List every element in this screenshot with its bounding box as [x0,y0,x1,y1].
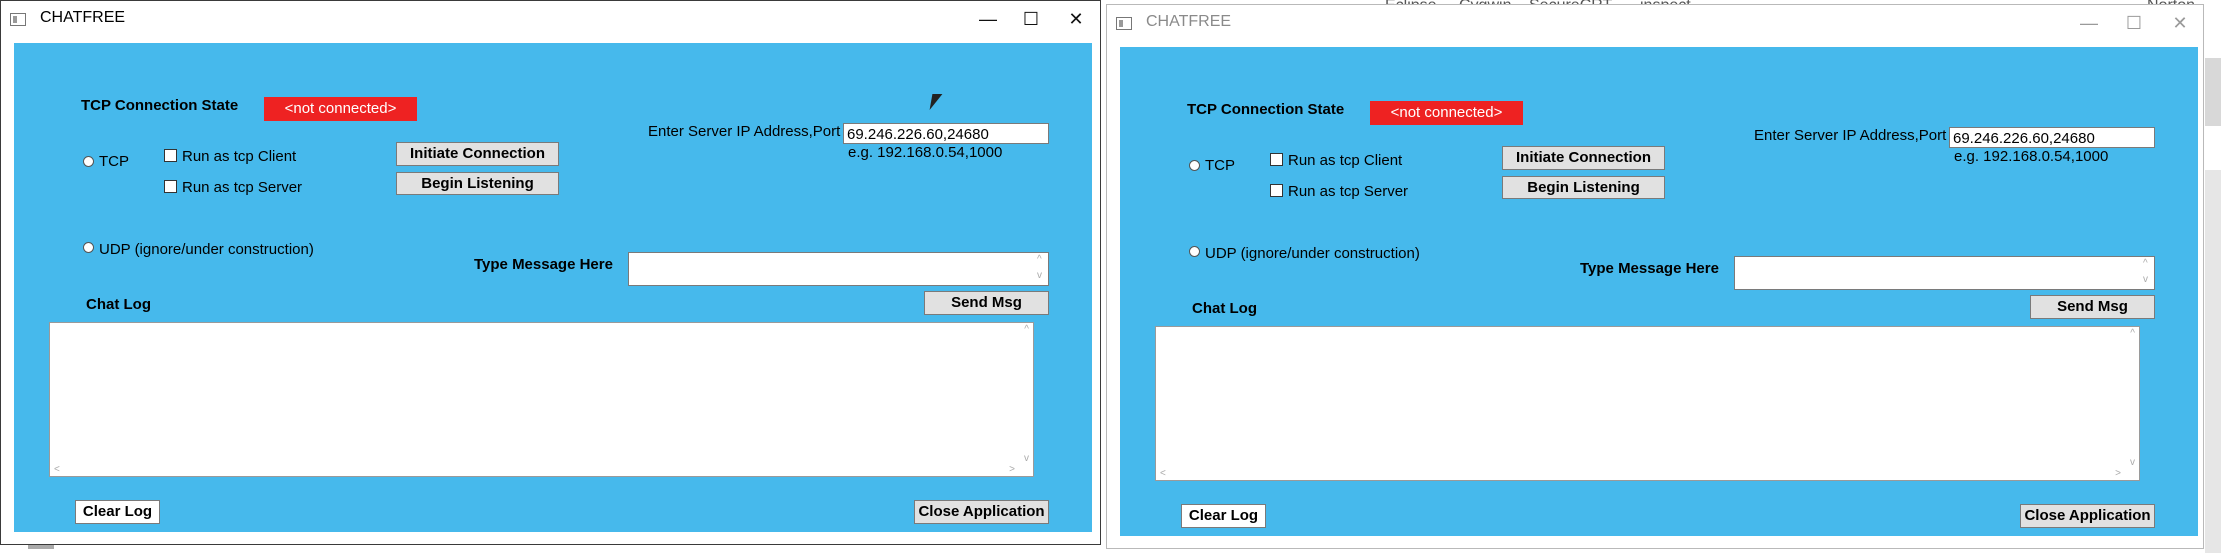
scroll-up-arrow-icon[interactable]: ^ [2143,258,2148,269]
chat-log-area[interactable]: ^ < > v [49,322,1034,477]
run-server-label[interactable]: Run as tcp Server [1288,183,1408,200]
scroll-up-arrow-icon[interactable]: ^ [1037,254,1042,265]
scroll-down-arrow-icon[interactable]: v [2143,274,2148,285]
run-client-checkbox[interactable] [164,149,177,162]
run-client-label[interactable]: Run as tcp Client [1288,152,1402,169]
connection-status-badge: <not connected> [264,97,417,121]
initiate-connection-button[interactable]: Initiate Connection [1502,146,1665,170]
desktop-strip-lower [2205,170,2221,553]
udp-radio-label[interactable]: UDP (ignore/under construction) [1205,245,1420,262]
client-area: TCP Connection State <not connected> TCP… [1120,47,2198,536]
begin-listening-button[interactable]: Begin Listening [1502,176,1665,199]
scroll-left-arrow-icon[interactable]: < [54,464,60,475]
close-application-button[interactable]: Close Application [2020,504,2155,528]
server-ip-example: e.g. 192.168.0.54,1000 [848,144,1003,161]
type-message-label: Type Message Here [474,256,613,273]
udp-radio[interactable] [83,242,94,253]
chat-log-area[interactable]: ^ < > v [1155,326,2140,481]
run-server-label[interactable]: Run as tcp Server [182,179,302,196]
run-client-label[interactable]: Run as tcp Client [182,148,296,165]
tcp-radio[interactable] [1189,160,1200,171]
chat-log-label: Chat Log [86,296,151,313]
udp-radio-label[interactable]: UDP (ignore/under construction) [99,241,314,258]
scroll-left-arrow-icon[interactable]: < [1160,468,1166,479]
run-server-checkbox[interactable] [1270,184,1283,197]
close-icon[interactable]: ✕ [1053,1,1099,37]
app-icon [10,13,26,26]
minimize-icon[interactable]: — [2066,5,2112,41]
scroll-down-arrow-icon[interactable]: v [1024,453,1029,464]
desktop-strip [2205,58,2221,126]
title-bar[interactable]: CHATFREE — ☐ ✕ [1107,5,2203,43]
taskbar-fragment [28,545,54,549]
close-application-button[interactable]: Close Application [914,500,1049,524]
scroll-down-arrow-icon[interactable]: v [2130,457,2135,468]
message-input[interactable] [1734,256,2155,290]
tcp-radio-label[interactable]: TCP [99,153,129,170]
maximize-icon[interactable]: ☐ [1008,1,1054,37]
chat-log-label: Chat Log [1192,300,1257,317]
app-icon [1116,17,1132,30]
initiate-connection-button[interactable]: Initiate Connection [396,142,559,166]
scroll-right-arrow-icon[interactable]: > [1009,464,1015,475]
chatfree-window-2[interactable]: CHATFREE — ☐ ✕ TCP Connection State <not… [1106,4,2204,549]
run-client-checkbox[interactable] [1270,153,1283,166]
scroll-down-arrow-icon[interactable]: v [1037,270,1042,281]
close-icon[interactable]: ✕ [2157,5,2203,41]
server-ip-input[interactable]: 69.246.226.60,24680 [1949,127,2155,148]
chatfree-window-1[interactable]: CHATFREE — ☐ ✕ TCP Connection State <not… [0,0,1101,545]
server-ip-input[interactable]: 69.246.226.60,24680 [843,123,1049,144]
server-ip-example: e.g. 192.168.0.54,1000 [1954,148,2109,165]
client-area: TCP Connection State <not connected> TCP… [14,43,1092,532]
title-bar[interactable]: CHATFREE — ☐ ✕ [1,1,1100,39]
window-title: CHATFREE [1146,13,1232,30]
window-title: CHATFREE [40,9,126,26]
send-msg-button[interactable]: Send Msg [924,291,1049,315]
tcp-radio[interactable] [83,156,94,167]
clear-log-button[interactable]: Clear Log [1181,504,1266,528]
minimize-icon[interactable]: — [965,1,1011,37]
server-ip-label: Enter Server IP Address,Port [1754,127,1947,144]
udp-radio[interactable] [1189,246,1200,257]
message-input[interactable] [628,252,1049,286]
begin-listening-button[interactable]: Begin Listening [396,172,559,195]
scroll-right-arrow-icon[interactable]: > [2115,468,2121,479]
run-server-checkbox[interactable] [164,180,177,193]
type-message-label: Type Message Here [1580,260,1719,277]
server-ip-label: Enter Server IP Address,Port [648,123,841,140]
send-msg-button[interactable]: Send Msg [2030,295,2155,319]
clear-log-button[interactable]: Clear Log [75,500,160,524]
connection-state-label: TCP Connection State [81,97,239,114]
scroll-up-arrow-icon[interactable]: ^ [1024,324,1029,335]
connection-status-badge: <not connected> [1370,101,1523,125]
connection-state-label: TCP Connection State [1187,101,1345,118]
tcp-radio-label[interactable]: TCP [1205,157,1235,174]
maximize-icon[interactable]: ☐ [2111,5,2157,41]
scroll-up-arrow-icon[interactable]: ^ [2130,328,2135,339]
